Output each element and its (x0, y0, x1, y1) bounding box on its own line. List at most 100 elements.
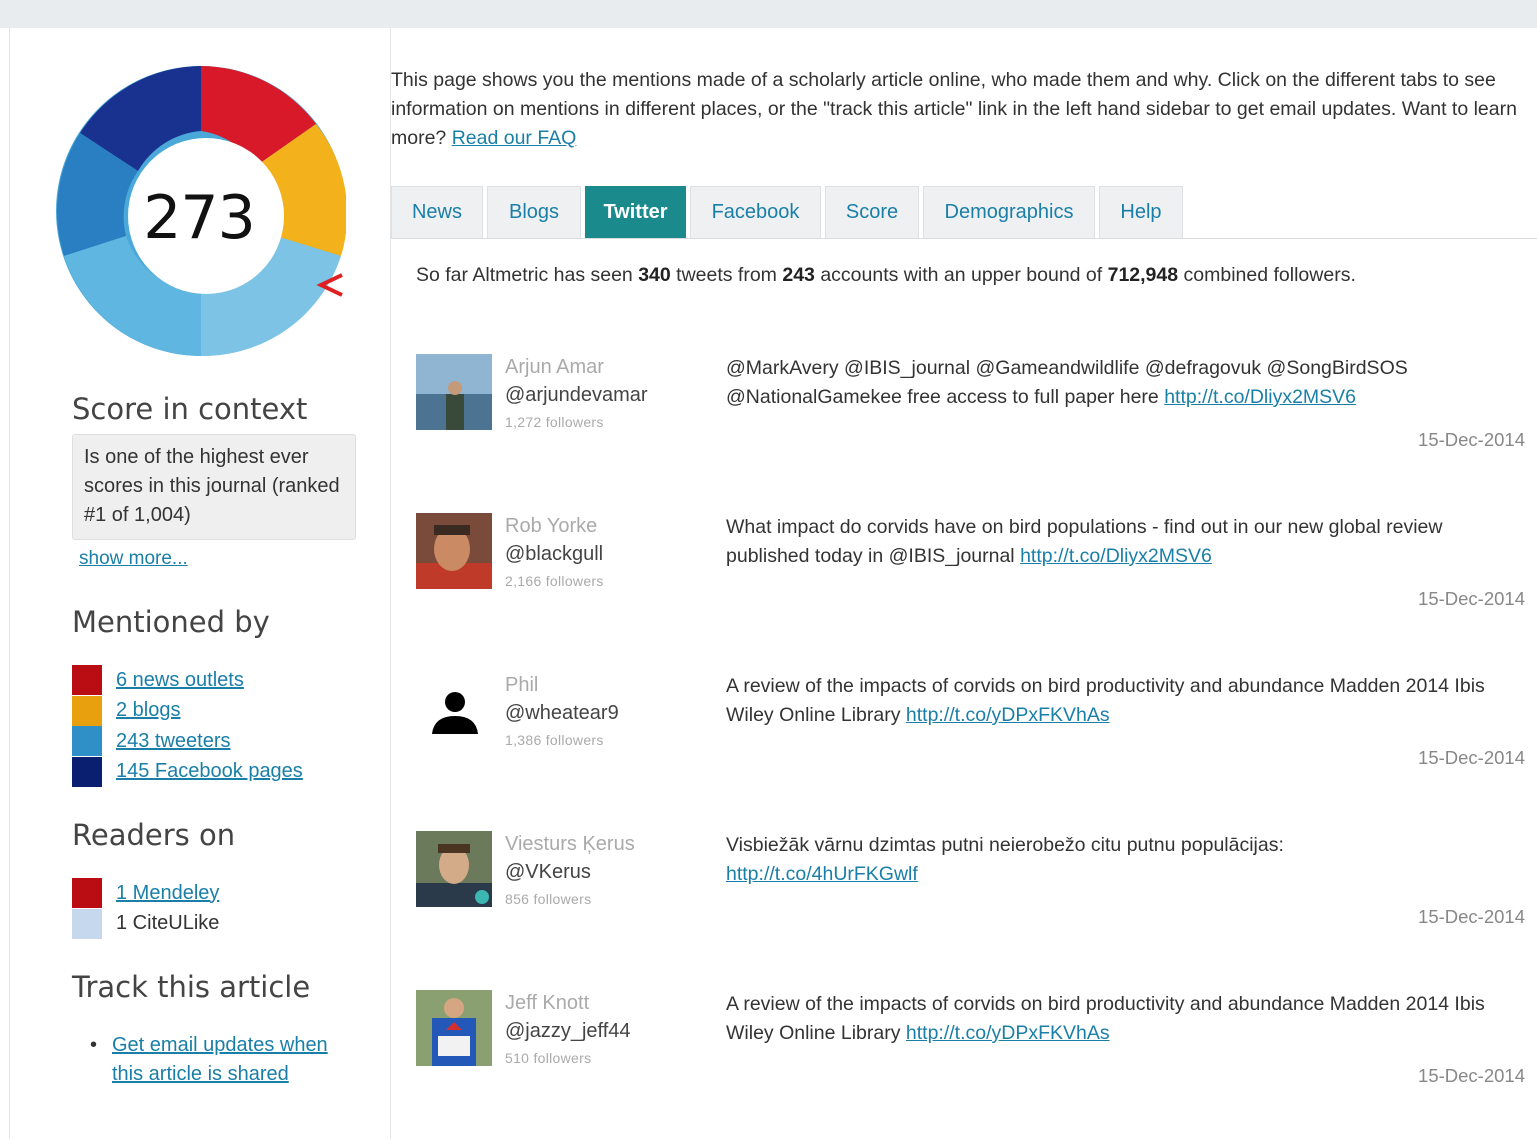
email-updates-line1[interactable]: Get email updates when (112, 1034, 328, 1056)
mentioned-by-facebook: 145 Facebook pages (72, 756, 303, 788)
summary-mid1: tweets from (670, 264, 783, 286)
author-followers: 1,272 followers (505, 414, 604, 430)
tab-news[interactable]: News (391, 186, 483, 238)
tweet-item: Rob Yorke @blackgull 2,166 followers Wha… (416, 513, 1536, 663)
author-name[interactable]: Viesturs Ķerus (505, 831, 635, 858)
tweet-text: A review of the impacts of corvids on bi… (726, 672, 1526, 730)
facebook-swatch (72, 756, 102, 787)
twitter-summary: So far Altmetric has seen 340 tweets fro… (416, 264, 1356, 287)
show-more-link[interactable]: show more... (79, 548, 188, 570)
tweet-author: Viesturs Ķerus @VKerus 856 followers (505, 831, 635, 912)
tweet-author: Rob Yorke @blackgull 2,166 followers (505, 513, 604, 594)
author-followers: 1,386 followers (505, 732, 604, 748)
track-article-heading: Track this article (72, 970, 311, 1004)
score-context-heading: Score in context (72, 392, 308, 426)
tweet-link[interactable]: http://t.co/4hUrFKGwlf (726, 863, 918, 885)
email-updates-line2[interactable]: this article is shared (112, 1063, 289, 1085)
track-item: Get email updates when this article is sh… (90, 1031, 328, 1089)
mentioned-by-news: 6 news outlets (72, 665, 303, 696)
author-name[interactable]: Jeff Knott (505, 990, 631, 1017)
follower-count: 712,948 (1107, 264, 1179, 286)
tweeters-swatch (72, 726, 102, 757)
avatar[interactable] (416, 831, 492, 907)
readers-mendeley: 1 Mendeley (72, 878, 219, 909)
mentioned-by-blogs: 2 blogs (72, 695, 303, 727)
author-followers: 2,166 followers (505, 573, 604, 589)
summary-prefix: So far Altmetric has seen (416, 264, 639, 286)
tab-blogs[interactable]: Blogs (487, 186, 581, 238)
avatar[interactable] (416, 672, 492, 748)
tweet-item: Arjun Amar @arjundevamar 1,272 followers… (416, 354, 1536, 504)
tweet-text: A review of the impacts of corvids on bi… (726, 990, 1526, 1048)
tab-twitter[interactable]: Twitter (585, 186, 686, 238)
top-bar (0, 0, 1537, 28)
mendeley-link[interactable]: 1 Mendeley (116, 882, 219, 905)
sidebar: 273 Score in context Is one of the highe… (10, 28, 391, 1139)
citeulike-swatch (72, 908, 102, 939)
avatar[interactable] (416, 513, 492, 589)
account-count: 243 (782, 264, 815, 286)
author-name[interactable]: Arjun Amar (505, 354, 648, 381)
author-handle[interactable]: @arjundevamar (505, 381, 648, 410)
mentioned-by-list: 6 news outlets 2 blogs 243 tweeters 145 … (72, 665, 303, 787)
altmetric-page: 273 Score in context Is one of the highe… (9, 28, 1537, 1139)
tweet-item: Phil @wheatear9 1,386 followers A review… (416, 672, 1536, 822)
author-handle[interactable]: @VKerus (505, 858, 635, 887)
intro-text: This page shows you the mentions made of… (391, 66, 1537, 153)
author-name[interactable]: Rob Yorke (505, 513, 604, 540)
tweet-text: @MarkAvery @IBIS_journal @Gameandwildlif… (726, 354, 1526, 412)
tab-demographics[interactable]: Demographics (923, 186, 1095, 238)
tab-score[interactable]: Score (825, 186, 919, 238)
tab-help[interactable]: Help (1099, 186, 1183, 238)
faq-link[interactable]: Read our FAQ (452, 127, 577, 149)
tweet-link[interactable]: http://t.co/yDPxFKVhAs (906, 704, 1110, 726)
author-handle[interactable]: @jazzy_jeff44 (505, 1017, 631, 1046)
avatar[interactable] (416, 990, 492, 1066)
tweet-date[interactable]: 15-Dec-2014 (1418, 747, 1525, 769)
tweet-count: 340 (638, 264, 671, 286)
mendeley-swatch (72, 878, 102, 909)
track-list: Get email updates when this article is sh… (90, 1031, 328, 1089)
tweet-body: Visbiežāk vārnu dzimtas putni neierobežo… (726, 834, 1284, 856)
tweet-text: Visbiežāk vārnu dzimtas putni neierobežo… (726, 831, 1526, 889)
tweet-link[interactable]: http://t.co/yDPxFKVhAs (906, 1022, 1110, 1044)
author-handle[interactable]: @wheatear9 (505, 699, 619, 728)
tweet-author: Jeff Knott @jazzy_jeff44 510 followers (505, 990, 631, 1071)
blogs-swatch (72, 695, 102, 726)
tweet-item: Jeff Knott @jazzy_jeff44 510 followers A… (416, 990, 1536, 1140)
tweet-author: Phil @wheatear9 1,386 followers (505, 672, 619, 753)
readers-on-list: 1 Mendeley 1 CiteULike (72, 878, 219, 939)
tweeters-link[interactable]: 243 tweeters (116, 730, 231, 753)
main-content: This page shows you the mentions made of… (391, 28, 1537, 1139)
score-context-box: Is one of the highest ever scores in thi… (72, 434, 356, 540)
tweet-link[interactable]: http://t.co/Dliyx2MSV6 (1164, 386, 1356, 408)
author-followers: 510 followers (505, 1050, 592, 1066)
author-followers: 856 followers (505, 891, 592, 907)
tweet-date[interactable]: 15-Dec-2014 (1418, 588, 1525, 610)
pointer-arrow-icon (316, 273, 343, 297)
avatar[interactable] (416, 354, 492, 430)
tweet-text: What impact do corvids have on bird popu… (726, 513, 1526, 571)
news-outlets-link[interactable]: 6 news outlets (116, 669, 244, 692)
blogs-link[interactable]: 2 blogs (116, 699, 181, 722)
altmetric-score: 273 (143, 183, 256, 253)
tweet-date[interactable]: 15-Dec-2014 (1418, 429, 1525, 451)
email-updates-link[interactable]: Get email updates when this article is sh… (112, 1034, 328, 1085)
readers-citeulike: 1 CiteULike (72, 908, 220, 940)
tweet-date[interactable]: 15-Dec-2014 (1418, 1065, 1525, 1087)
author-name[interactable]: Phil (505, 672, 619, 699)
news-swatch (72, 665, 102, 696)
summary-suffix: combined followers. (1178, 264, 1356, 286)
tab-facebook[interactable]: Facebook (690, 186, 821, 238)
author-handle[interactable]: @blackgull (505, 540, 604, 569)
tweet-item: Viesturs Ķerus @VKerus 856 followers Vis… (416, 831, 1536, 981)
facebook-pages-link[interactable]: 145 Facebook pages (116, 760, 303, 783)
summary-mid2: accounts with an upper bound of (814, 264, 1108, 286)
readers-on-heading: Readers on (72, 818, 236, 852)
tab-bar: News Blogs Twitter Facebook Score Demogr… (391, 186, 1537, 239)
tweet-author: Arjun Amar @arjundevamar 1,272 followers (505, 354, 648, 435)
tweet-link[interactable]: http://t.co/Dliyx2MSV6 (1020, 545, 1212, 567)
tweet-date[interactable]: 15-Dec-2014 (1418, 906, 1525, 928)
citeulike-label: 1 CiteULike (116, 912, 220, 935)
mentioned-by-heading: Mentioned by (72, 605, 270, 639)
